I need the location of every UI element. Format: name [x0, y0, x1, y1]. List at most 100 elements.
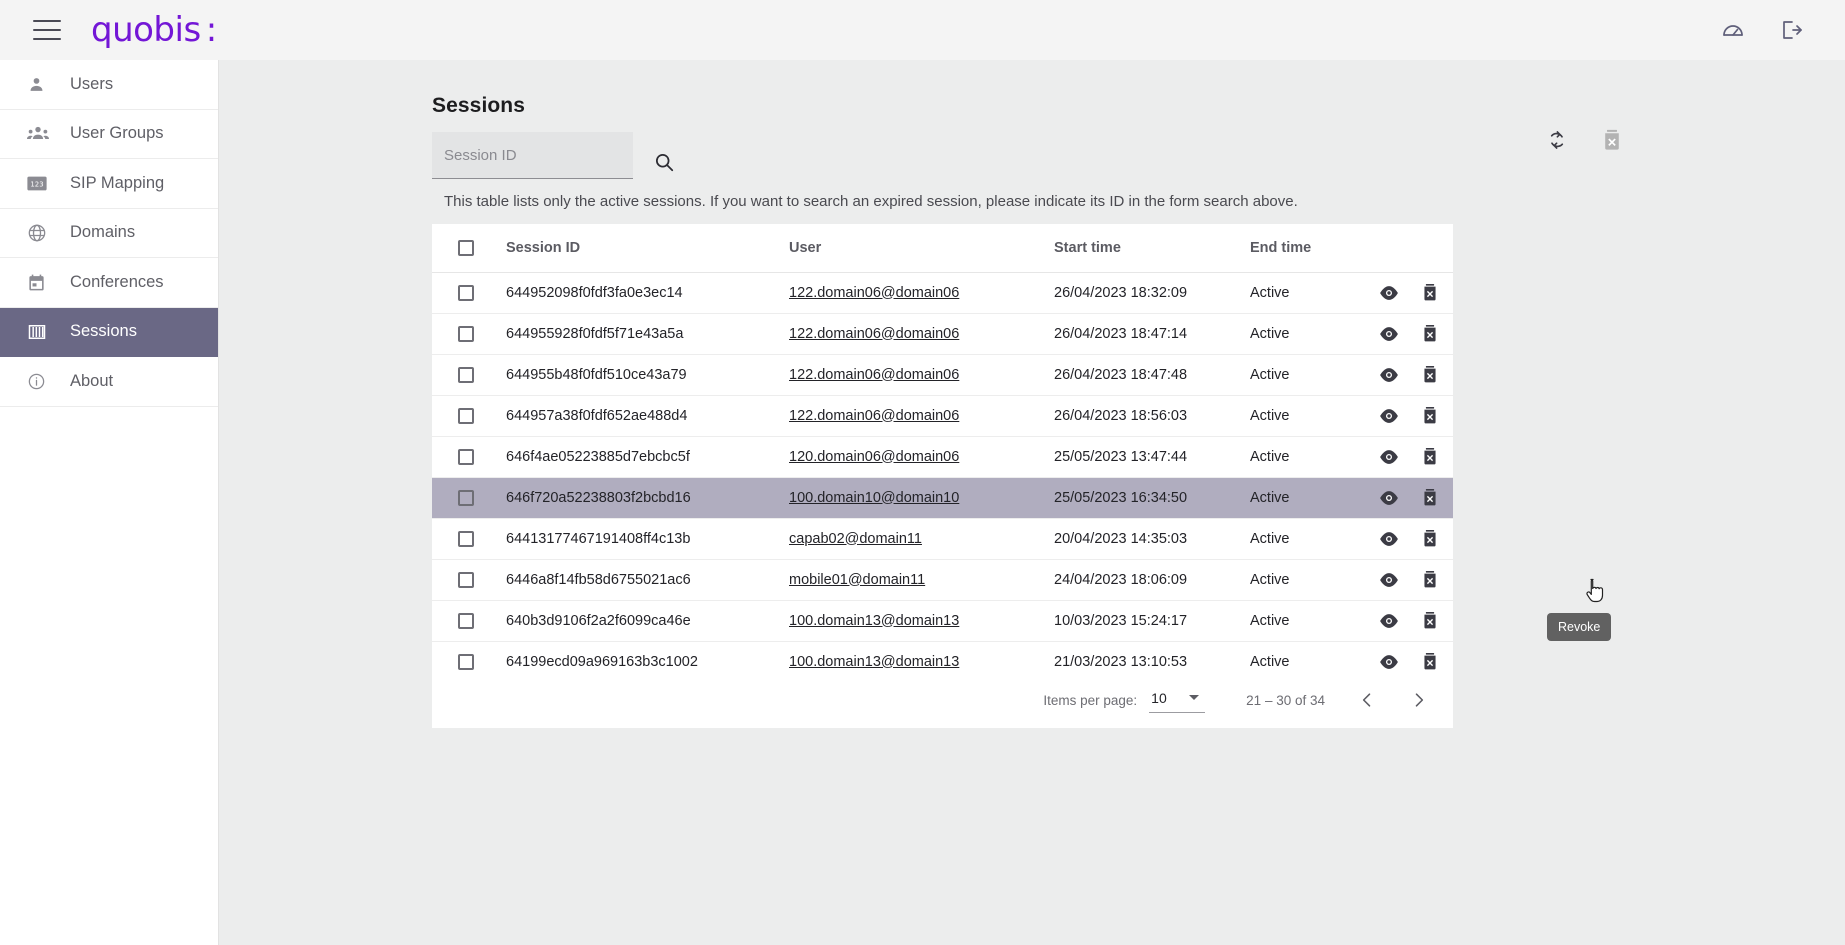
sidebar-item-about[interactable]: About [0, 357, 218, 407]
calendar-icon [27, 271, 53, 293]
revoke-trash-icon[interactable] [1421, 610, 1439, 631]
cell-actions [1378, 559, 1453, 601]
refresh-icon[interactable] [1546, 129, 1568, 151]
row-checkbox[interactable] [458, 612, 474, 629]
row-checkbox[interactable] [458, 407, 474, 424]
row-select-cell [432, 354, 506, 396]
eye-icon[interactable] [1378, 490, 1400, 506]
table-row[interactable]: 6446a8f14fb58d6755021ac6 mobile01@domain1… [432, 559, 1453, 601]
eye-icon[interactable] [1378, 613, 1400, 629]
sidebar-item-label: About [70, 371, 114, 390]
info-icon [27, 370, 53, 392]
revoke-trash-icon[interactable] [1421, 364, 1439, 385]
cell-user: 122.domain06@domain06 [789, 272, 1054, 314]
cell-session-id: 646f4ae05223885d7ebcbc5f [506, 436, 789, 478]
row-select-cell [432, 272, 506, 314]
person-icon [27, 73, 53, 95]
brand-logo: quobis: [91, 13, 217, 47]
user-link[interactable]: 122.domain06@domain06 [789, 367, 959, 383]
revoke-trash-icon[interactable] [1421, 446, 1439, 467]
cell-actions [1378, 354, 1453, 396]
table-row[interactable]: 646f720a52238803f2bcbd16 100.domain10@dom… [432, 477, 1453, 519]
sidebar-item-users[interactable]: Users [0, 60, 218, 110]
row-select-cell [432, 395, 506, 437]
eye-icon[interactable] [1378, 367, 1400, 383]
hamburger-menu-icon[interactable] [33, 20, 61, 40]
cell-actions [1378, 477, 1453, 519]
row-checkbox[interactable] [458, 325, 474, 342]
user-link[interactable]: capab02@domain11 [789, 531, 922, 547]
revoke-trash-icon[interactable] [1421, 405, 1439, 426]
sidebar-item-sip-mapping[interactable]: 123 SIP Mapping [0, 159, 218, 209]
eye-icon[interactable] [1378, 572, 1400, 588]
user-link[interactable]: 122.domain06@domain06 [789, 285, 959, 301]
sidebar-item-label: Users [70, 74, 114, 93]
revoke-trash-icon[interactable] [1421, 282, 1439, 303]
revoke-trash-icon[interactable] [1421, 651, 1439, 672]
speedometer-icon[interactable] [1721, 18, 1745, 42]
eye-icon[interactable] [1378, 285, 1400, 301]
row-select-cell [432, 477, 506, 519]
revoke-trash-icon[interactable] [1421, 487, 1439, 508]
next-page-button[interactable] [1409, 690, 1429, 710]
user-link[interactable]: 122.domain06@domain06 [789, 408, 959, 424]
user-link[interactable]: 100.domain10@domain10 [789, 490, 959, 506]
sidebar-item-domains[interactable]: Domains [0, 209, 218, 258]
column-header-actions [1378, 224, 1453, 273]
table-row[interactable]: 644952098f0fdf3fa0e3ec14 122.domain06@dom… [432, 272, 1453, 314]
cell-user: 100.domain13@domain13 [789, 600, 1054, 642]
cell-session-id: 644955b48f0fdf510ce43a79 [506, 354, 789, 396]
table-row[interactable]: 644955928f0fdf5f71e43a5a 122.domain06@dom… [432, 313, 1453, 355]
row-checkbox[interactable] [458, 489, 474, 506]
row-checkbox[interactable] [458, 366, 474, 383]
row-checkbox[interactable] [458, 284, 474, 301]
search-field-wrapper[interactable] [432, 132, 633, 179]
row-checkbox[interactable] [458, 530, 474, 547]
items-per-page-label: Items per page: [1043, 692, 1138, 708]
cell-start-time: 24/04/2023 18:06:09 [1054, 559, 1250, 601]
user-link[interactable]: 122.domain06@domain06 [789, 326, 959, 342]
search-icon[interactable] [653, 151, 675, 173]
brand-suffix: : [205, 10, 217, 50]
eye-icon[interactable] [1378, 449, 1400, 465]
search-input[interactable] [444, 146, 621, 164]
revoke-trash-icon[interactable] [1421, 323, 1439, 344]
row-checkbox[interactable] [458, 448, 474, 465]
user-link[interactable]: 100.domain13@domain13 [789, 613, 959, 629]
table-row[interactable]: 646f4ae05223885d7ebcbc5f 120.domain06@dom… [432, 436, 1453, 478]
select-all-checkbox[interactable] [458, 239, 474, 256]
sidebar-item-conferences[interactable]: Conferences [0, 258, 218, 308]
logout-icon[interactable] [1779, 18, 1803, 42]
previous-page-button[interactable] [1357, 690, 1377, 710]
table-row[interactable]: 644957a38f0fdf652ae488d4 122.domain06@dom… [432, 395, 1453, 437]
cell-user: mobile01@domain11 [789, 559, 1054, 601]
revoke-trash-icon[interactable] [1421, 569, 1439, 590]
user-link[interactable]: 100.domain13@domain13 [789, 654, 959, 670]
table-header-row: Session ID User Start time End time [432, 224, 1453, 273]
user-link[interactable]: mobile01@domain11 [789, 572, 925, 588]
table-row[interactable]: 644955b48f0fdf510ce43a79 122.domain06@dom… [432, 354, 1453, 396]
eye-icon[interactable] [1378, 654, 1400, 670]
top-app-bar: quobis: [0, 0, 1845, 60]
delete-disabled-icon[interactable] [1601, 128, 1623, 152]
row-checkbox[interactable] [458, 571, 474, 588]
cell-user: 122.domain06@domain06 [789, 354, 1054, 396]
eye-icon[interactable] [1378, 531, 1400, 547]
sidebar-item-user-groups[interactable]: User Groups [0, 110, 218, 159]
items-per-page-select[interactable]: 10 [1149, 688, 1206, 713]
sidebar-item-sessions[interactable]: Sessions [0, 307, 218, 357]
sidebar-item-label: Domains [70, 223, 136, 242]
paginator: Items per page: 10 21 – 30 of 34 [432, 672, 1453, 728]
user-link[interactable]: 120.domain06@domain06 [789, 449, 959, 465]
table-row[interactable]: 640b3d9106f2a2f6099ca46e 100.domain13@dom… [432, 600, 1453, 642]
cell-actions [1378, 313, 1453, 355]
cell-end-time: Active [1250, 272, 1378, 314]
row-checkbox[interactable] [458, 653, 474, 670]
revoke-trash-icon[interactable] [1421, 528, 1439, 549]
eye-icon[interactable] [1378, 326, 1400, 342]
cell-start-time: 10/03/2023 15:24:17 [1054, 600, 1250, 642]
brand-name: quobis [91, 10, 201, 50]
eye-icon[interactable] [1378, 408, 1400, 424]
cell-actions [1378, 395, 1453, 437]
table-row[interactable]: 64413177467191408ff4c13b capab02@domain11… [432, 518, 1453, 560]
